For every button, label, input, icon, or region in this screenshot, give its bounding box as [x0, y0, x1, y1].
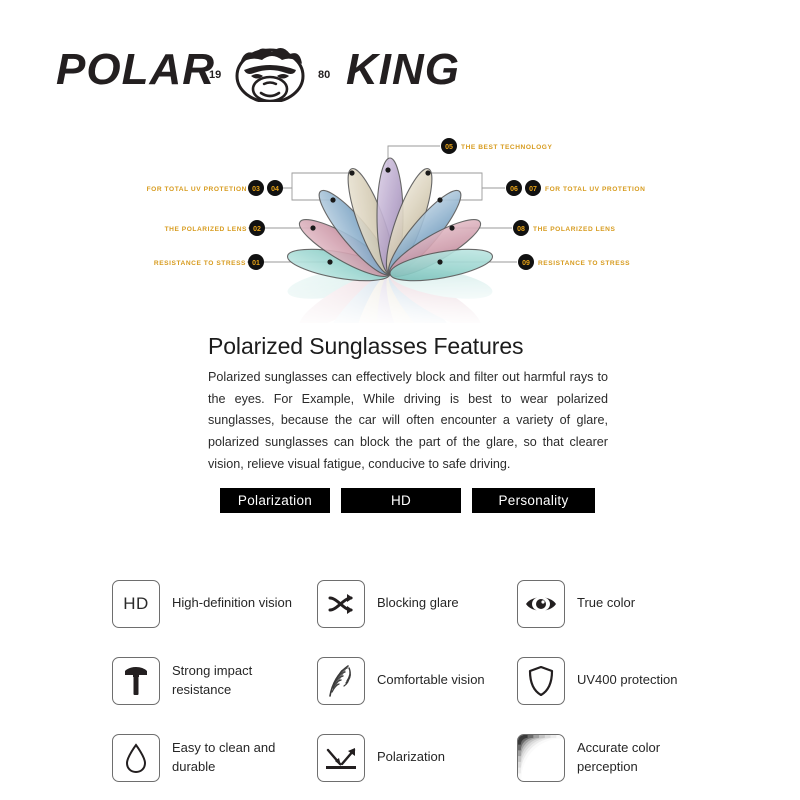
feature-label: Blocking glare: [377, 595, 459, 611]
feature-true-color: True color: [517, 565, 712, 642]
feature-label: True color: [577, 595, 636, 611]
callout-number-09: 09: [522, 260, 530, 267]
tab-personality[interactable]: Personality: [472, 488, 595, 513]
callout-label-07: FOR TOTAL UV PROTETION: [545, 186, 645, 193]
water-drop-icon: [112, 733, 160, 782]
callout-label-01: RESISTANCE TO STRESS: [154, 260, 246, 267]
shield-icon: [517, 656, 565, 705]
callout-number-07: 07: [529, 186, 537, 193]
light-reflection-icon: [317, 733, 365, 782]
brand-year-right: 80: [318, 69, 330, 81]
callout-label-03: FOR TOTAL UV PROTETION: [147, 186, 247, 193]
lens-fan-diagram: FOR TOTAL UV PROTETION 03 04 THE POLARIZ…: [0, 128, 800, 323]
brand-year-left: 19: [209, 69, 221, 81]
feature-copy: Polarized Sunglasses Features Polarized …: [208, 332, 608, 475]
feature-polarization: Polarization: [317, 719, 517, 796]
gorilla-face-emblem: [235, 47, 305, 102]
feature-label: UV400 protection: [577, 672, 678, 688]
tab-bar: Polarization HD Personality: [220, 488, 595, 513]
feather-icon: [317, 656, 365, 705]
crossed-arrows-icon: [317, 579, 365, 628]
feature-label: High-definition vision: [172, 595, 292, 611]
lens-petal-group: [286, 157, 494, 282]
feature-label: Accurate color perception: [577, 739, 661, 774]
callout-number-04: 04: [271, 186, 279, 193]
page-title: Polarized Sunglasses Features: [208, 333, 524, 359]
feature-comfortable-vision: Comfortable vision: [317, 642, 517, 719]
brand-logo-svg: POLAR KING 19 80: [56, 45, 460, 102]
hd-icon-label: HD: [123, 593, 149, 613]
feature-label: Easy to clean and durable: [172, 739, 276, 774]
brand-name-left: POLAR: [56, 45, 215, 94]
callout-label-05: THE BEST TECHNOLOGY: [461, 144, 552, 151]
brand-name-right: KING: [346, 45, 460, 94]
feature-label: Comfortable vision: [377, 672, 485, 688]
feature-strong-impact-resistance: Strong impact resistance: [112, 642, 317, 719]
feature-accurate-color-perception: Accurate color perception: [517, 719, 712, 796]
callout-number-06: 06: [510, 186, 518, 193]
brand-logo: POLAR KING 19 80: [56, 38, 526, 102]
page-paragraph: Polarized sunglasses can effectively blo…: [208, 369, 608, 471]
feature-blocking-glare: Blocking glare: [317, 565, 517, 642]
callout-number-08: 08: [517, 226, 525, 233]
callout-number-03: 03: [252, 186, 260, 193]
feature-grid: HD High-definition vision Blocking glare: [112, 565, 712, 796]
feature-high-definition-vision: HD High-definition vision: [112, 565, 317, 642]
callout-label-09: RESISTANCE TO STRESS: [538, 260, 630, 267]
callout-number-05: 05: [445, 144, 453, 151]
eye-icon: [517, 579, 565, 628]
callout-label-08: THE POLARIZED LENS: [533, 226, 615, 233]
tab-hd[interactable]: HD: [341, 488, 461, 513]
callout-label-02: THE POLARIZED LENS: [165, 226, 247, 233]
feature-label: Strong impact resistance: [172, 662, 253, 697]
tab-polarization[interactable]: Polarization: [220, 488, 330, 513]
feature-easy-to-clean: Easy to clean and durable: [112, 719, 317, 796]
lens-fan-diagram-svg: FOR TOTAL UV PROTETION 03 04 THE POLARIZ…: [147, 138, 645, 323]
hd-icon: HD: [112, 579, 160, 628]
feature-uv400-protection: UV400 protection: [517, 642, 712, 719]
feature-label: Polarization: [377, 749, 445, 765]
callout-number-01: 01: [252, 260, 260, 267]
callout-number-02: 02: [253, 226, 261, 233]
hammer-icon: [112, 656, 160, 705]
reflection-fade: [230, 274, 560, 323]
color-arc-icon: [517, 733, 565, 782]
